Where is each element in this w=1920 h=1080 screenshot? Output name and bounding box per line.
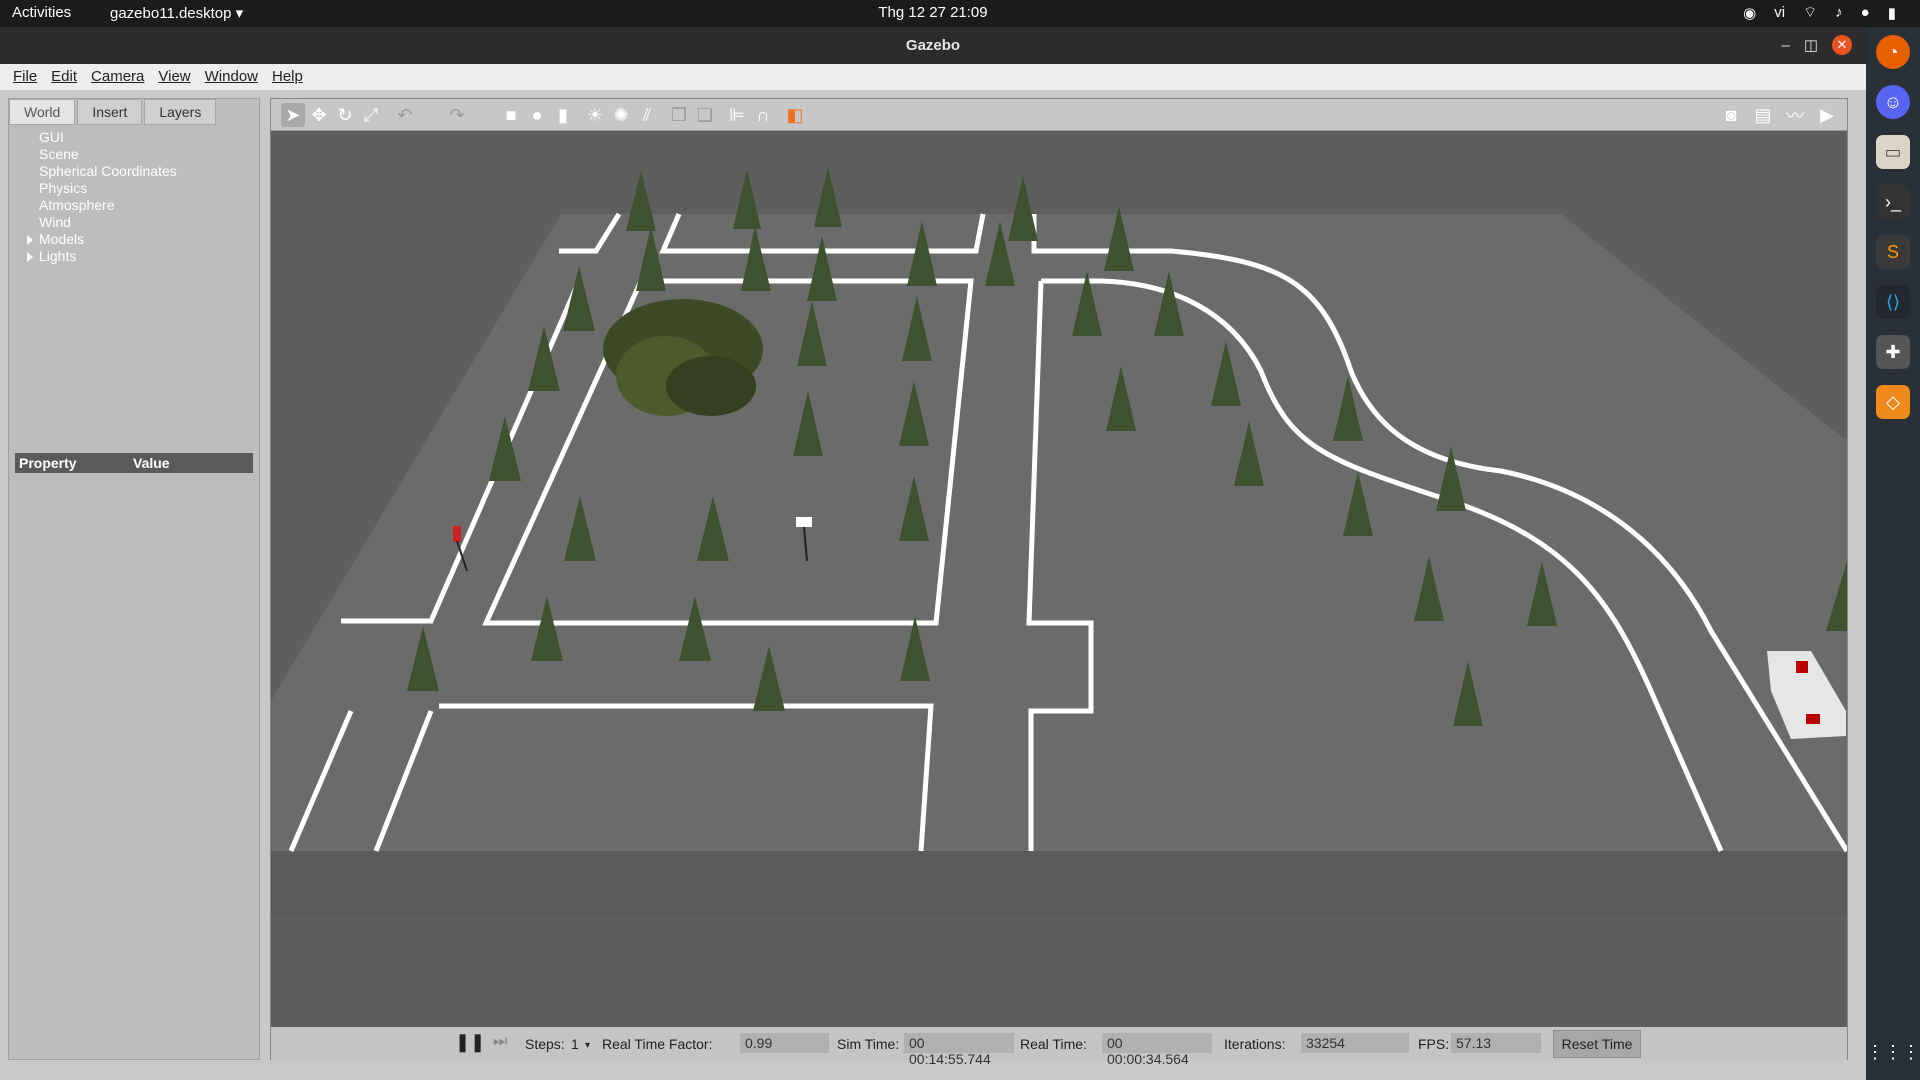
firefox-icon[interactable]: ◔: [1876, 35, 1910, 69]
record-icon[interactable]: ▶: [1815, 103, 1839, 127]
undo-icon[interactable]: ↶: [393, 103, 417, 127]
tab-world[interactable]: World: [9, 99, 76, 125]
directional-light-icon[interactable]: ⫽: [635, 103, 659, 127]
tab-layers[interactable]: Layers: [144, 99, 217, 125]
minimize-icon[interactable]: –: [1781, 37, 1789, 54]
horizon-strip: [271, 851, 1847, 917]
step-icon[interactable]: ⏭: [493, 1033, 507, 1051]
rtf-label: Real Time Factor:: [602, 1036, 713, 1052]
tree-item-gui[interactable]: GUI: [39, 129, 259, 146]
point-light-icon[interactable]: ☀: [583, 103, 607, 127]
log-icon[interactable]: ▤: [1751, 103, 1775, 127]
sphere-icon[interactable]: ●: [525, 103, 549, 127]
screenshot-icon[interactable]: ◙: [1719, 103, 1743, 127]
menu-file[interactable]: File: [6, 64, 44, 90]
tree-item-atmosphere[interactable]: Atmosphere: [39, 197, 259, 214]
white-sign: [796, 517, 812, 527]
menu-bar: File Edit Camera View Window Help: [0, 64, 1866, 90]
property-column-header: Property: [19, 455, 77, 471]
menu-edit[interactable]: Edit: [44, 64, 84, 90]
paste-icon[interactable]: ❏: [693, 103, 717, 127]
tree-item-scene[interactable]: Scene: [39, 146, 259, 163]
translate-icon[interactable]: ✥: [307, 103, 331, 127]
clock[interactable]: Thg 12 27 21:09: [0, 4, 1866, 21]
menu-help[interactable]: Help: [265, 64, 310, 90]
sublime-text-icon[interactable]: S: [1876, 235, 1910, 269]
sim-time-field: 00 00:14:55.744: [904, 1033, 1014, 1067]
pause-icon[interactable]: ❚❚: [455, 1032, 485, 1053]
real-time-field: 00 00:00:34.564: [1102, 1033, 1212, 1067]
steps-label: Steps:: [525, 1036, 565, 1052]
volume-icon: ♪: [1835, 4, 1843, 21]
steps-chevron-icon[interactable]: ▾: [585, 1040, 590, 1051]
discord-icon[interactable]: ☺: [1876, 85, 1910, 119]
cylinder-icon[interactable]: ▮: [551, 103, 575, 127]
discord-tray-icon[interactable]: ◉: [1743, 4, 1756, 22]
snap-icon[interactable]: ∩: [751, 103, 775, 127]
tree-item-lights[interactable]: Lights: [27, 248, 259, 265]
reset-time-button[interactable]: Reset Time: [1553, 1030, 1641, 1058]
view-angle-icon[interactable]: ◧: [783, 103, 807, 127]
render-view[interactable]: ➤ ✥ ↻ ⤢ ↶ ↷ ■ ● ▮ ☀ ✺ ⫽ ❐ ❏ ⊫ ∩ ◧ ◙ ▤ 〰 …: [270, 98, 1848, 1067]
property-header: Property Value: [15, 453, 253, 473]
rtf-field: 0.99: [740, 1033, 829, 1053]
sim-time-label: Sim Time:: [837, 1036, 900, 1052]
toolbar: ➤ ✥ ↻ ⤢ ↶ ↷ ■ ● ▮ ☀ ✺ ⫽ ❐ ❏ ⊫ ∩ ◧ ◙ ▤ 〰 …: [271, 99, 1847, 131]
copy-icon[interactable]: ❐: [667, 103, 691, 127]
microphone-icon: ●: [1860, 4, 1870, 21]
window-titlebar: Gazebo – ◫ ✕: [0, 27, 1866, 64]
tree-item-models[interactable]: Models: [27, 231, 259, 248]
wifi-icon: ⌔: [1803, 4, 1818, 21]
iterations-label: Iterations:: [1224, 1036, 1286, 1052]
gazebo-icon[interactable]: ◇: [1876, 385, 1910, 419]
stop-sign: [453, 526, 461, 542]
select-arrow-icon[interactable]: ➤: [281, 103, 305, 127]
show-apps-icon[interactable]: ⋮⋮⋮: [1866, 1035, 1920, 1069]
world-tree: GUI Scene Spherical Coordinates Physics …: [9, 125, 259, 435]
fps-field: 57.13: [1451, 1033, 1541, 1053]
real-time-label: Real Time:: [1020, 1036, 1087, 1052]
system-tray[interactable]: ◉ vi ⌔ ♪ ● ▮: [1743, 3, 1896, 22]
scale-icon[interactable]: ⤢: [359, 103, 383, 127]
files-icon[interactable]: ▭: [1876, 135, 1910, 169]
left-panel: World Insert Layers GUI Scene Spherical …: [8, 98, 260, 1060]
spot-light-icon[interactable]: ✺: [609, 103, 633, 127]
tree-item-physics[interactable]: Physics: [39, 180, 259, 197]
value-column-header: Value: [133, 455, 170, 471]
vscode-icon[interactable]: ⟨⟩: [1876, 285, 1910, 319]
main-area: World Insert Layers GUI Scene Spherical …: [0, 90, 1866, 1080]
iterations-field: 33254: [1301, 1033, 1409, 1053]
steps-value[interactable]: 1: [571, 1036, 579, 1052]
menu-view[interactable]: View: [151, 64, 197, 90]
scene-viewport[interactable]: [271, 131, 1847, 917]
battery-icon: ▮: [1887, 4, 1896, 22]
dock: ◔ ☺ ▭ ›_ S ⟨⟩ ✚ ◇ ⋮⋮⋮: [1866, 27, 1920, 1080]
menu-camera[interactable]: Camera: [84, 64, 151, 90]
menu-window[interactable]: Window: [198, 64, 265, 90]
tree-item-wind[interactable]: Wind: [39, 214, 259, 231]
status-bar: ❚❚ ⏭ Steps: 1 ▾ Real Time Factor: 0.99 S…: [271, 1027, 1847, 1067]
tab-insert[interactable]: Insert: [77, 99, 143, 125]
maximize-icon[interactable]: ◫: [1804, 36, 1818, 54]
rotate-icon[interactable]: ↻: [333, 103, 357, 127]
box-icon[interactable]: ■: [499, 103, 523, 127]
ground-plane: [271, 214, 1847, 851]
input-method[interactable]: vi: [1774, 4, 1785, 21]
tree-item-spherical[interactable]: Spherical Coordinates: [39, 163, 259, 180]
big-tree: [603, 299, 763, 416]
window-title: Gazebo: [905, 37, 961, 54]
redo-icon[interactable]: ↷: [445, 103, 469, 127]
terminal-icon[interactable]: ›_: [1876, 185, 1910, 219]
fps-label: FPS:: [1418, 1036, 1450, 1052]
gamepad-icon[interactable]: ✚: [1876, 335, 1910, 369]
close-icon[interactable]: ✕: [1832, 35, 1852, 55]
align-icon[interactable]: ⊫: [725, 103, 749, 127]
system-top-bar: Activities gazebo11.desktop ▾ Thg 12 27 …: [0, 0, 1920, 27]
plot-icon[interactable]: 〰: [1783, 103, 1807, 127]
